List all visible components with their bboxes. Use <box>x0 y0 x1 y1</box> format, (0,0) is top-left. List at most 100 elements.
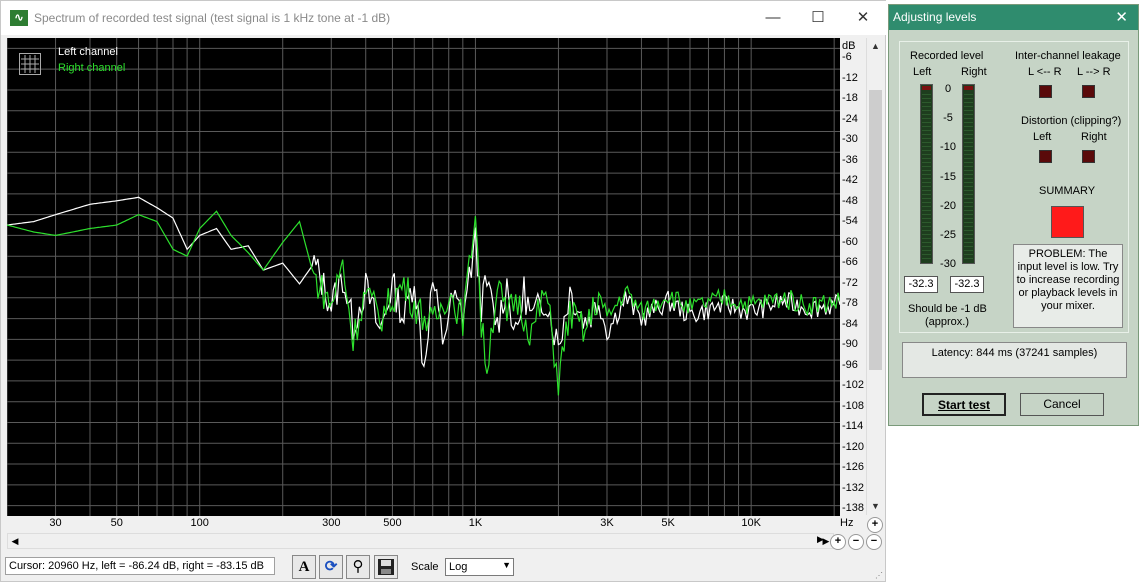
approx-label: (approx.) <box>925 316 970 328</box>
meter-tick-label: -15 <box>940 170 956 183</box>
resize-grip-icon[interactable]: ⋰ <box>875 571 883 580</box>
spectrum-plot[interactable]: Left channel Right channel <box>7 38 840 516</box>
meter-tick-label: -10 <box>940 141 956 154</box>
title-bar[interactable]: ∿ Spectrum of recorded test signal (test… <box>1 1 887 35</box>
y-tick-label: -42 <box>842 174 858 186</box>
y-tick-label: -24 <box>842 112 858 125</box>
y-tick-label: -84 <box>842 317 858 330</box>
y-tick-label: -138 <box>842 502 865 514</box>
latency-display: Latency: 844 ms (37241 samples) <box>902 342 1127 378</box>
y-tick-label: -48 <box>842 194 858 207</box>
scale-label: Scale <box>411 561 439 573</box>
x-tick-label: 10K <box>741 517 761 529</box>
save-icon[interactable] <box>374 555 398 579</box>
x-axis-unit: Hz <box>840 517 854 529</box>
distortion-right-label: Right <box>1081 131 1107 143</box>
y-axis: dB -6 -12 -18 -24 -30 -36 -42 -48 -54 -60 -66 -72 -7… <box>840 38 866 516</box>
window-title: Spectrum of recorded test signal (test s… <box>34 11 391 25</box>
start-test-button[interactable]: Start test <box>922 393 1006 416</box>
should-be-label: Should be -1 dB <box>908 303 987 315</box>
distortion-left-led <box>1039 150 1052 163</box>
zoom-out-x-icon[interactable]: − <box>848 534 864 550</box>
spectrum-app-icon: ∿ <box>10 10 28 26</box>
recorded-level-label: Recorded level <box>910 50 984 62</box>
right-level-meter <box>962 84 975 264</box>
y-tick-label: -54 <box>842 215 858 227</box>
x-tick-label: 1K <box>468 517 483 529</box>
meter-left-label: Left <box>913 66 932 78</box>
distortion-left-label: Left <box>1033 131 1052 143</box>
maximize-button[interactable]: ☐ <box>803 7 833 29</box>
scroll-end-icon[interactable]: ▶ <box>817 534 824 545</box>
y-tick-label: -96 <box>842 358 858 371</box>
right-level-value: -32.3 <box>950 276 984 293</box>
x-axis: 30 50 100 300 500 1K 3K 5K 10K <box>7 516 840 532</box>
problem-message: PROBLEM: The input level is low. Try to … <box>1013 244 1123 328</box>
leakage-label: Inter-channel leakage <box>1015 50 1121 62</box>
x-tick-label: 5K <box>661 517 675 529</box>
left-level-meter <box>920 84 933 264</box>
y-tick-label: -36 <box>842 153 858 166</box>
zoom-out-icon[interactable]: − <box>866 534 882 550</box>
y-tick-label: -72 <box>842 276 858 289</box>
y-tick-label: -102 <box>842 379 865 391</box>
close-button[interactable]: ✕ <box>848 7 878 29</box>
y-tick-label: -126 <box>842 461 865 473</box>
grid-lines <box>7 38 840 516</box>
left-channel-line <box>7 196 840 369</box>
leakage-rl-led <box>1082 85 1095 98</box>
start-test-label: Start test <box>937 398 990 412</box>
y-tick-label: -6 <box>842 51 852 63</box>
adjusting-levels-dialog: Adjusting levels ✕ Recorded level Left R… <box>888 4 1139 426</box>
dialog-title: Adjusting levels <box>893 10 977 24</box>
scroll-thumb[interactable] <box>869 90 882 370</box>
zoom-in-x-icon[interactable]: + <box>830 534 846 550</box>
y-tick-label: -108 <box>842 399 865 412</box>
summary-indicator <box>1051 206 1084 238</box>
horizontal-scrollbar[interactable]: ◀ ▶ <box>7 533 834 549</box>
right-channel-line <box>7 210 840 396</box>
x-tick-label: 300 <box>322 517 341 529</box>
leakage-lr-led <box>1039 85 1052 98</box>
cancel-button[interactable]: Cancel <box>1020 393 1104 416</box>
x-tick-label: 30 <box>49 517 62 529</box>
refresh-icon[interactable]: ⟳ <box>319 555 343 579</box>
y-tick-label: -66 <box>842 256 858 268</box>
tools-icon[interactable]: ⚲ <box>346 555 370 579</box>
x-tick-label: 3K <box>600 517 614 529</box>
zoom-in-icon[interactable]: + <box>867 517 883 533</box>
scroll-down-icon[interactable]: ▼ <box>867 498 884 515</box>
y-tick-label: -30 <box>842 133 858 145</box>
spectrum-chart[interactable] <box>7 38 840 516</box>
y-tick-label: -18 <box>842 92 858 104</box>
distortion-label: Distortion (clipping?) <box>1021 115 1122 127</box>
y-tick-label: -78 <box>842 297 858 309</box>
minimize-button[interactable]: — <box>758 7 788 29</box>
x-tick-label: 50 <box>110 517 123 529</box>
meter-tick-label: -20 <box>940 199 956 212</box>
vertical-scrollbar[interactable]: ▲ ▼ <box>866 38 884 515</box>
font-icon[interactable]: A <box>292 555 316 579</box>
meter-tick-label: -5 <box>943 112 953 125</box>
y-tick-label: -90 <box>842 338 858 350</box>
y-tick-label: -114 <box>842 420 864 432</box>
summary-label: SUMMARY <box>1039 185 1096 197</box>
chevron-down-icon: ▼ <box>502 560 511 570</box>
meter-right-label: Right <box>961 66 987 78</box>
legend-right-channel: Right channel <box>58 62 126 74</box>
dialog-close-button[interactable]: ✕ <box>1115 8 1128 26</box>
y-tick-label: -60 <box>842 235 858 248</box>
y-tick-label: -132 <box>842 481 865 494</box>
leakage-lr-label: L <-- R <box>1028 66 1062 78</box>
leakage-rl-label: L --> R <box>1077 66 1111 78</box>
meter-tick-label: -30 <box>940 258 956 271</box>
meter-tick-label: -25 <box>940 229 956 241</box>
scroll-up-icon[interactable]: ▲ <box>867 38 884 55</box>
scale-select[interactable]: Log ▼ <box>445 558 514 576</box>
scale-value: Log <box>449 561 468 573</box>
grid-toggle-icon[interactable] <box>19 53 41 75</box>
left-level-value: -32.3 <box>904 276 938 293</box>
x-tick-label: 500 <box>383 517 402 529</box>
scroll-left-icon[interactable]: ◀ <box>8 534 22 548</box>
dialog-title-bar[interactable]: Adjusting levels ✕ <box>889 5 1138 30</box>
